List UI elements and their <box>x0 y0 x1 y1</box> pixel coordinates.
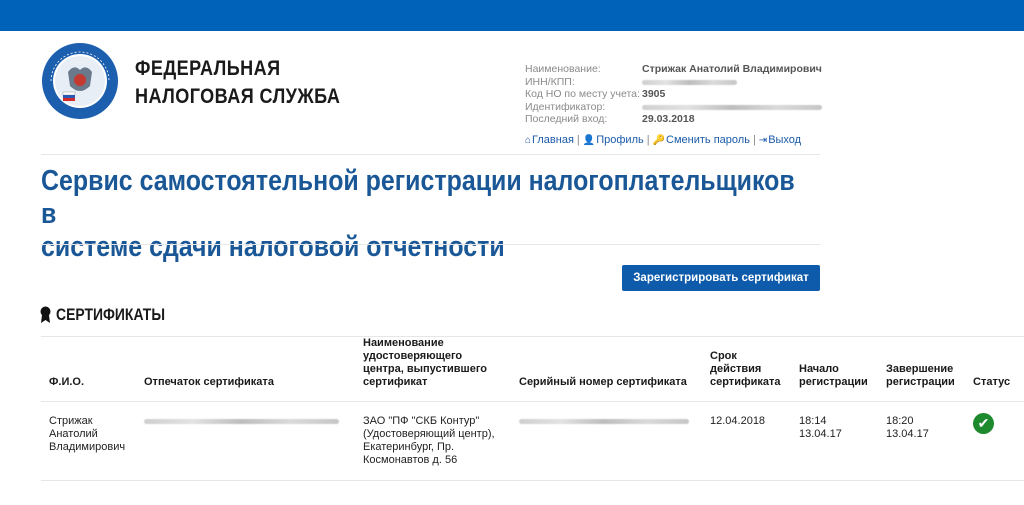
id-redacted <box>642 104 822 110</box>
table-header-row: Ф.И.О. Отпечаток сертификата Наименовани… <box>41 336 1024 402</box>
nav-logout[interactable]: ⇥Выход <box>759 134 801 146</box>
nav-home[interactable]: ⌂Главная <box>525 134 574 146</box>
kod-label: Код НО по месту учета: <box>525 88 640 100</box>
nav-home-label: Главная <box>532 134 574 146</box>
inn-label: ИНН/КПП: <box>525 75 575 88</box>
col-ca-name: Наименование удостоверяющего центра, вып… <box>355 336 511 402</box>
kod-value: 3905 <box>642 88 666 100</box>
last-login-value: 29.03.2018 <box>642 113 695 125</box>
cell-reg-end: 18:20 13.04.17 <box>878 401 965 481</box>
certificates-table: Ф.И.О. Отпечаток сертификата Наименовани… <box>41 336 1024 481</box>
key-icon: 🔑 <box>652 135 666 146</box>
brand-name: ФЕДЕРАЛЬНАЯ НАЛОГОВАЯ СЛУЖБА <box>135 55 340 111</box>
table-row[interactable]: Стрижак Анатолий Владимирович ЗАО "ПФ "С… <box>41 401 1024 481</box>
top-bar <box>0 0 1024 31</box>
name-value: Стрижак Анатолий Владимирович <box>642 63 822 75</box>
col-thumbprint: Отпечаток сертификата <box>136 336 355 402</box>
divider <box>41 154 820 155</box>
cell-status: ✔ <box>965 401 1024 481</box>
certificate-icon <box>40 306 51 323</box>
user-info: Наименование: Стрижак Анатолий Владимиров… <box>525 63 822 126</box>
brand-line-1: ФЕДЕРАЛЬНАЯ <box>135 57 281 80</box>
page-title: Сервис самостоятельной регистрации налог… <box>41 165 815 264</box>
register-certificate-button[interactable]: Зарегистрировать сертификат <box>622 265 820 291</box>
section-title: СЕРТИФИКАТЫ <box>56 305 165 324</box>
page-title-line-2: системе сдачи налоговой отчетности <box>41 231 505 263</box>
serial-redacted <box>519 419 689 424</box>
nav-change-password-label: Сменить пароль <box>666 134 750 146</box>
col-reg-start: Начало регистрации <box>791 336 878 402</box>
divider <box>41 244 820 245</box>
fns-emblem-icon <box>42 43 118 119</box>
col-fio: Ф.И.О. <box>41 336 136 402</box>
cell-thumbprint <box>136 401 355 481</box>
check-circle-icon: ✔ <box>973 413 994 434</box>
nav-profile-label: Профиль <box>596 134 644 146</box>
logout-icon: ⇥ <box>758 135 768 146</box>
thumbprint-redacted <box>144 419 339 424</box>
reg-start-date: 13.04.17 <box>799 428 842 440</box>
nav-profile[interactable]: 👤Профиль <box>583 134 644 146</box>
col-status: Статус <box>965 336 1024 402</box>
nav-logout-label: Выход <box>768 134 802 146</box>
brand-line-2: НАЛОГОВАЯ СЛУЖБА <box>135 85 341 108</box>
top-nav: ⌂Главная | 👤Профиль | 🔑Сменить пароль | ⇥Выход <box>525 134 802 146</box>
name-label: Наименование: <box>525 63 601 75</box>
nav-change-password[interactable]: 🔑Сменить пароль <box>653 134 750 146</box>
reg-end-date: 13.04.17 <box>886 428 929 440</box>
cell-fio: Стрижак Анатолий Владимирович <box>41 401 136 481</box>
cell-validity: 12.04.2018 <box>702 401 791 481</box>
id-label: Идентификатор: <box>525 100 606 113</box>
last-login-label: Последний вход: <box>525 113 608 125</box>
col-validity: Срок действия сертификата <box>702 336 791 402</box>
inn-redacted <box>642 79 737 85</box>
col-reg-end: Завершение регистрации <box>878 336 965 402</box>
home-icon: ⌂ <box>525 135 532 146</box>
page-title-line-1: Сервис самостоятельной регистрации налог… <box>41 165 795 230</box>
reg-start-time: 18:14 <box>799 415 827 427</box>
cell-serial <box>511 401 702 481</box>
cell-ca-name: ЗАО "ПФ "СКБ Контур" (Удостоверяющий цен… <box>355 401 511 481</box>
reg-end-time: 18:20 <box>886 415 914 427</box>
certificates-section-header: СЕРТИФИКАТЫ <box>40 305 189 325</box>
user-icon: 👤 <box>582 135 596 146</box>
cell-reg-start: 18:14 13.04.17 <box>791 401 878 481</box>
col-serial: Серийный номер сертификата <box>511 336 702 402</box>
